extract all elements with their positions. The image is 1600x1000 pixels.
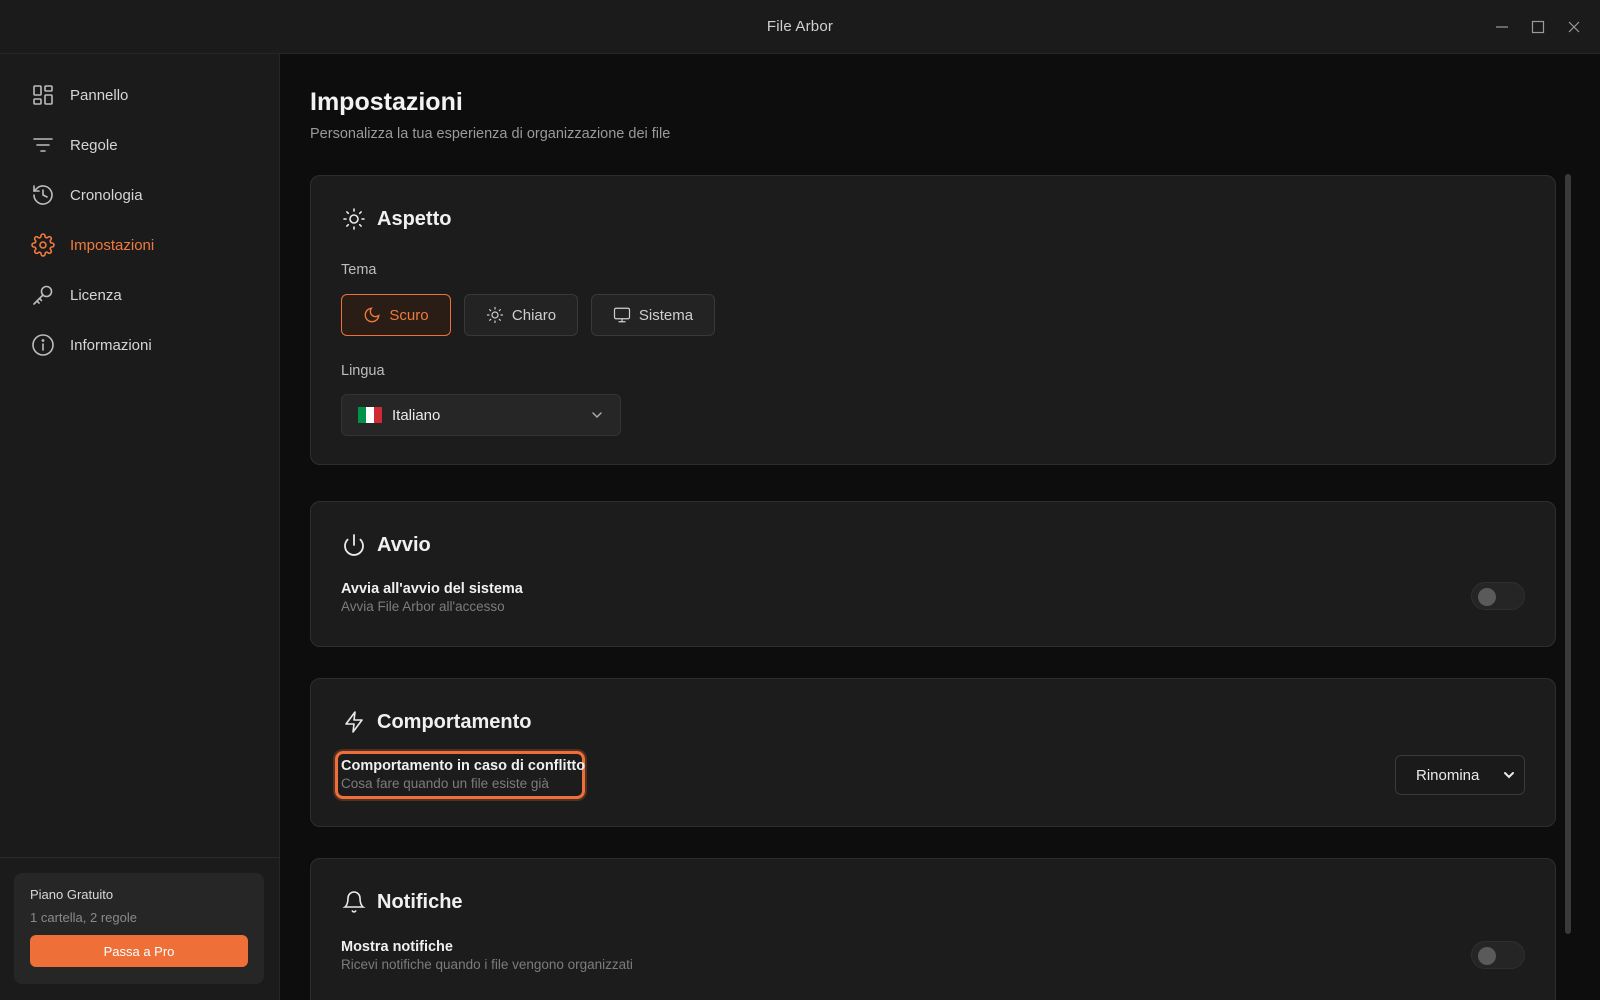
power-icon xyxy=(341,532,367,558)
sidebar-item-impostazioni[interactable]: Impostazioni xyxy=(0,220,279,270)
behavior-card: Comportamento Comportamento in caso di c… xyxy=(310,678,1556,827)
bell-icon xyxy=(341,889,367,915)
dashboard-icon xyxy=(30,82,56,108)
appearance-heading: Aspetto xyxy=(377,207,452,230)
launch-at-startup-toggle[interactable] xyxy=(1471,582,1525,610)
chevron-down-icon xyxy=(1504,772,1514,779)
sidebar-item-label: Regole xyxy=(70,136,118,154)
info-icon xyxy=(30,332,56,358)
sidebar-divider xyxy=(0,857,279,858)
window-title: File Arbor xyxy=(766,18,834,35)
language-value: Italiano xyxy=(392,406,441,424)
behavior-header: Comportamento xyxy=(341,709,531,735)
show-notifications-desc: Ricevi notifiche quando i file vengono o… xyxy=(341,957,633,972)
maximize-icon xyxy=(1531,20,1545,34)
appearance-header: Aspetto xyxy=(341,206,451,232)
sidebar-item-label: Cronologia xyxy=(70,186,143,204)
launch-at-startup-desc: Avvia File Arbor all'accesso xyxy=(341,599,505,614)
sidebar-item-informazioni[interactable]: Informazioni xyxy=(0,320,279,370)
theme-system-label: Sistema xyxy=(638,306,694,324)
minimize-icon xyxy=(1496,26,1508,28)
notifications-card: Notifiche Mostra notifiche Ricevi notifi… xyxy=(310,858,1556,1000)
page-title: Impostazioni xyxy=(310,88,463,116)
startup-heading: Avvio xyxy=(377,533,431,556)
main-content: Impostazioni Personalizza la tua esperie… xyxy=(281,54,1600,1000)
gear-icon xyxy=(30,232,56,258)
theme-label: Tema xyxy=(341,262,377,278)
toggle-knob xyxy=(1478,588,1496,606)
sun-icon xyxy=(486,306,504,324)
moon-icon xyxy=(365,307,380,323)
key-icon xyxy=(30,282,56,308)
plan-card: Piano Gratuito 1 cartella, 2 regole Pass… xyxy=(14,873,264,984)
upgrade-button[interactable]: Passa a Pro xyxy=(30,935,248,967)
startup-card: Avvio Avvia all'avvio del sistema Avvia … xyxy=(310,501,1556,647)
conflict-select[interactable]: Rinomina xyxy=(1395,755,1525,795)
sidebar-item-label: Impostazioni xyxy=(70,236,155,254)
sidebar-item-label: Pannello xyxy=(70,86,129,104)
window-controls xyxy=(1494,0,1582,54)
language-label: Lingua xyxy=(341,363,385,379)
history-icon xyxy=(30,182,56,208)
chevron-down-icon xyxy=(592,412,602,419)
sidebar-nav: Pannello Regole Cronologia Impostazioni … xyxy=(0,54,279,370)
theme-dark-label: Scuro xyxy=(389,306,429,324)
notifications-header: Notifiche xyxy=(341,889,463,915)
sidebar-item-pannello[interactable]: Pannello xyxy=(0,70,279,120)
launch-at-startup-title: Avvia all'avvio del sistema xyxy=(341,581,523,597)
plan-title: Piano Gratuito xyxy=(30,887,114,902)
conflict-title: Comportamento in caso di conflitto xyxy=(341,758,586,774)
theme-dark-button[interactable]: Scuro xyxy=(341,294,451,336)
startup-header: Avvio xyxy=(341,532,431,558)
show-notifications-toggle[interactable] xyxy=(1471,941,1525,969)
theme-system-button[interactable]: Sistema xyxy=(591,294,715,336)
sidebar: Pannello Regole Cronologia Impostazioni … xyxy=(0,54,280,1000)
plan-subtitle: 1 cartella, 2 regole xyxy=(30,910,137,925)
title-bar: File Arbor xyxy=(0,0,1600,54)
conflict-value: Rinomina xyxy=(1416,766,1480,784)
theme-light-button[interactable]: Chiaro xyxy=(464,294,578,336)
language-select[interactable]: Italiano xyxy=(341,394,621,436)
close-icon xyxy=(1568,21,1580,33)
sidebar-item-cronologia[interactable]: Cronologia xyxy=(0,170,279,220)
sidebar-item-label: Licenza xyxy=(70,286,122,304)
behavior-heading: Comportamento xyxy=(377,710,532,733)
conflict-desc: Cosa fare quando un file esiste già xyxy=(341,776,549,791)
filter-icon xyxy=(30,132,56,158)
sun-icon xyxy=(341,206,367,232)
close-button[interactable] xyxy=(1566,19,1582,35)
theme-light-label: Chiaro xyxy=(511,306,557,324)
maximize-button[interactable] xyxy=(1530,19,1546,35)
page-subtitle: Personalizza la tua esperienza di organi… xyxy=(310,126,671,142)
sidebar-item-licenza[interactable]: Licenza xyxy=(0,270,279,320)
sidebar-item-label: Informazioni xyxy=(70,336,152,354)
sidebar-item-regole[interactable]: Regole xyxy=(0,120,279,170)
monitor-icon xyxy=(613,307,631,323)
minimize-button[interactable] xyxy=(1494,19,1510,35)
show-notifications-title: Mostra notifiche xyxy=(341,939,453,955)
notifications-heading: Notifiche xyxy=(377,890,463,913)
appearance-card: Aspetto Tema Scuro Chiaro Sistema Lingua… xyxy=(310,175,1556,465)
lightning-icon xyxy=(341,709,367,735)
toggle-knob xyxy=(1478,947,1496,965)
italy-flag-icon xyxy=(358,407,382,423)
scrollbar[interactable] xyxy=(1565,174,1571,934)
